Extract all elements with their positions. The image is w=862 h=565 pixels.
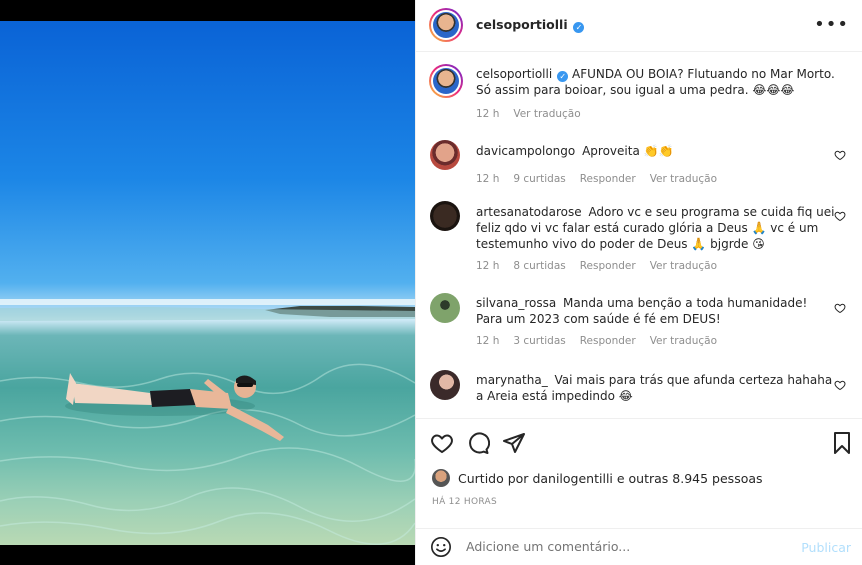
comment-likes[interactable]: 9 curtidas [513, 171, 565, 187]
translate-button[interactable]: Ver tradução [650, 171, 717, 187]
post-timestamp[interactable]: HÁ 12 HORAS [432, 497, 497, 507]
comments-list[interactable]: celsoportiolli ✓ AFUNDA OU BOIA? Flutuand… [416, 53, 862, 418]
verified-icon: ✓ [557, 71, 569, 82]
comment-time: 12 h [476, 335, 500, 347]
likes-summary: Curtido por danilogentilli e outras 8.94… [432, 469, 763, 487]
person-floating [65, 373, 284, 441]
translate-button[interactable]: Ver tradução [650, 333, 717, 349]
verified-icon: ✓ [573, 22, 585, 33]
likes-user[interactable]: danilogentilli [532, 471, 612, 486]
reply-button[interactable]: Responder [580, 171, 636, 187]
post-header: celsoportiolli ✓ ••• [416, 0, 862, 52]
comment-text: Aproveita 👏👏 [582, 144, 674, 158]
comment-username[interactable]: silvana_rossa [476, 296, 556, 310]
comment-username[interactable]: davicampolongo [476, 144, 575, 158]
heart-icon[interactable] [834, 302, 846, 314]
publish-button[interactable]: Publicar [801, 540, 851, 555]
comment-input[interactable] [466, 539, 786, 554]
avatar[interactable] [430, 370, 460, 400]
translate-button[interactable]: Ver tradução [650, 258, 717, 274]
comment-username[interactable]: marynatha_ [476, 373, 548, 387]
caption-time: 12 h [476, 108, 500, 120]
bookmark-icon[interactable] [830, 431, 854, 455]
caption-username[interactable]: celsoportiolli [476, 67, 552, 81]
comment-likes[interactable]: 3 curtidas [513, 333, 565, 349]
heart-icon[interactable] [834, 379, 846, 391]
caption-translate[interactable]: Ver tradução [513, 106, 580, 122]
comment-username[interactable]: artesanatodarose [476, 205, 582, 219]
add-comment-bar: Publicar [416, 528, 862, 565]
author-avatar[interactable] [429, 8, 463, 42]
avatar[interactable] [430, 293, 460, 323]
avatar[interactable] [432, 469, 450, 487]
post-panel: celsoportiolli ✓ ••• celsoportiolli ✓ AFU… [415, 0, 862, 565]
more-options-icon[interactable]: ••• [814, 14, 849, 35]
heart-icon[interactable] [834, 210, 846, 222]
reply-button[interactable]: Responder [580, 258, 636, 274]
heart-icon[interactable] [430, 431, 454, 455]
post-actions: Curtido por danilogentilli e outras 8.94… [416, 418, 862, 546]
author-username[interactable]: celsoportiolli [476, 17, 568, 32]
comment-icon[interactable] [466, 431, 490, 455]
avatar[interactable] [430, 140, 460, 170]
emoji-icon[interactable] [430, 536, 452, 558]
caption-avatar[interactable] [429, 64, 463, 98]
comment-time: 12 h [476, 173, 500, 185]
post-photo[interactable] [0, 21, 415, 545]
comment-likes[interactable]: 8 curtidas [513, 258, 565, 274]
heart-icon[interactable] [834, 149, 846, 161]
likes-prefix: Curtido por [458, 470, 529, 486]
likes-count[interactable]: e outras 8.945 pessoas [617, 471, 763, 486]
comment-time: 12 h [476, 260, 500, 272]
reply-button[interactable]: Responder [580, 333, 636, 349]
post-media[interactable] [0, 0, 415, 565]
photo-scene [0, 299, 415, 545]
avatar[interactable] [430, 201, 460, 231]
share-icon[interactable] [502, 431, 526, 455]
